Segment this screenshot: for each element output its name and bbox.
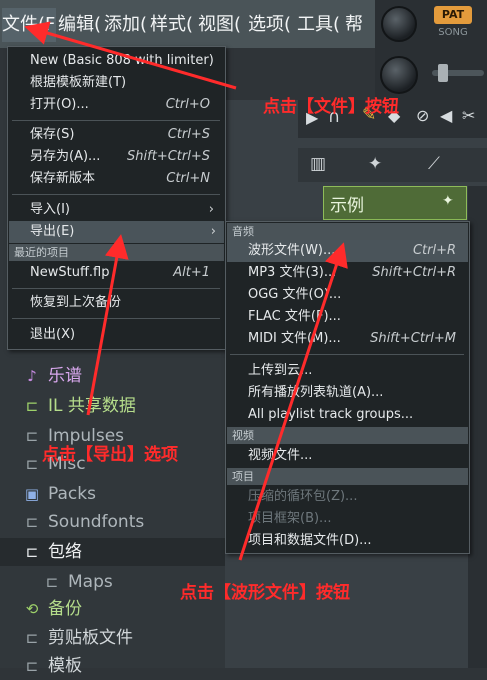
pat-mode-button[interactable]: PAT (434, 6, 472, 24)
annotation-file: 点击【文件】按钮 (263, 97, 399, 117)
menu-export-ogg[interactable]: OGG 文件(O)... (248, 284, 468, 306)
menu-upload-cloud[interactable]: 上传到云... (248, 360, 468, 382)
recent-projects-header: 最近的项目 (9, 244, 224, 261)
menu-export-flac[interactable]: FLAC 文件(F)... (248, 306, 468, 328)
annotation-wave: 点击【波形文件】按钮 (180, 583, 350, 603)
menu-export-project-frame[interactable]: 项目框架(B)... (248, 508, 468, 530)
pattern-clip[interactable]: 示例 ✦ (323, 186, 467, 220)
folder-icon: ⊏ (25, 629, 39, 647)
chevron-right-icon: › (208, 202, 214, 217)
menu-add[interactable]: 添加( (104, 8, 147, 42)
menu-options[interactable]: 选项( (248, 8, 291, 42)
browser-item-soundfonts[interactable]: ⊏ Soundfonts (0, 508, 225, 536)
folder-icon: ⊏ (25, 455, 39, 473)
browser-item-packs[interactable]: ▣ Packs (0, 480, 225, 508)
menu-new-from-template[interactable]: 根据模板新建(T) (30, 72, 222, 94)
audio-header: 音频 (227, 223, 468, 240)
menu-edit[interactable]: 编辑( (58, 8, 101, 42)
annotation-export: 点击【导出】选项 (42, 445, 178, 465)
slider-handle[interactable] (438, 64, 448, 82)
scrollbar[interactable] (468, 186, 487, 668)
menu-export[interactable]: 导出(E) › (9, 221, 224, 243)
export-submenu: 音频 波形文件(W)... Ctrl+R MP3 文件(3)... Shift+Ct… (225, 221, 470, 554)
menu-export-all-tracks[interactable]: 所有播放列表轨道(A)... (248, 382, 468, 404)
master-volume-knob[interactable] (381, 6, 417, 42)
view-switch-bar: ▥ ✦ ⟋ (298, 148, 487, 182)
waveform-icon: ✦ (442, 193, 454, 209)
menu-separator (12, 194, 220, 195)
piano-icon[interactable]: ▥ (310, 154, 326, 174)
menu-file[interactable]: 文件(F (2, 8, 56, 42)
menu-recent-newstuff[interactable]: NewStuff.flp Alt+1 (30, 262, 222, 284)
menu-export-wave[interactable]: 波形文件(W)... Ctrl+R (227, 240, 468, 262)
video-header: 视频 (227, 427, 468, 444)
menu-help[interactable]: 帮 (345, 8, 363, 42)
menu-export-video[interactable]: 视频文件... (248, 445, 468, 467)
folder-open-icon: ⊏ (25, 543, 39, 561)
mute-icon[interactable]: ⊘ (416, 106, 429, 125)
backup-folder-icon: ⟲ (25, 600, 39, 618)
menu-bar: 文件(F 编辑( 添加( 样式( 视图( 选项( 工具( 帮 (0, 0, 375, 48)
menu-patterns[interactable]: 样式( (150, 8, 193, 42)
chevron-right-icon: › (210, 224, 216, 239)
project-header: 项目 (227, 468, 468, 485)
automation-icon[interactable]: ⟋ (428, 154, 440, 174)
song-mode-button[interactable]: SONG (434, 27, 472, 43)
menu-save-new-version[interactable]: 保存新版本 Ctrl+N (30, 168, 222, 190)
menu-separator (12, 288, 220, 289)
music-note-icon: ♪ (27, 367, 37, 385)
menu-new[interactable]: New (Basic 808 with limiter) (30, 50, 222, 72)
file-menu-dropdown: New (Basic 808 with limiter) 根据模板新建(T) 打… (7, 46, 226, 350)
menu-save[interactable]: 保存(S) Ctrl+S (30, 124, 222, 146)
folder-icon: ⊏ (25, 427, 39, 445)
browser-item-envelopes[interactable]: ⊏ 包络 (0, 538, 225, 566)
menu-open[interactable]: 打开(O)... Ctrl+O (30, 94, 222, 116)
menu-view[interactable]: 视图( (198, 8, 241, 42)
menu-import[interactable]: 导入(I) › (30, 199, 222, 221)
menu-save-as[interactable]: 另存为(A)... Shift+Ctrl+S (30, 146, 222, 168)
menu-export-midi[interactable]: MIDI 文件(M)... Shift+Ctrl+M (248, 328, 468, 350)
slice-icon[interactable]: ✂ (462, 106, 475, 125)
browser-item-clipboard[interactable]: ⊏ 剪贴板文件 (0, 624, 225, 652)
menu-separator (12, 318, 220, 319)
folder-icon: ⊏ (25, 513, 39, 531)
master-pitch-knob[interactable] (380, 56, 418, 94)
menu-separator (12, 120, 220, 121)
box-icon: ▣ (24, 485, 40, 503)
browser-item-scores[interactable]: ♪ 乐谱 (0, 362, 225, 390)
speaker-icon[interactable]: ◀ (440, 106, 452, 125)
menu-export-track-groups[interactable]: All playlist track groups... (248, 404, 468, 426)
menu-tools[interactable]: 工具( (297, 8, 340, 42)
menu-exit[interactable]: 退出(X) (30, 324, 222, 346)
subfolder-icon: ⊏ (45, 573, 59, 591)
browser-item-templates[interactable]: ⊏ 模板 (0, 652, 225, 680)
menu-export-loop-package[interactable]: 压缩的循环包(Z)... (248, 486, 468, 508)
menu-separator (230, 354, 464, 355)
pattern-name: 示例 (330, 196, 364, 216)
menu-export-project-data[interactable]: 项目和数据文件(D)... (248, 530, 468, 552)
menu-revert-backup[interactable]: 恢复到上次备份 (30, 292, 222, 314)
menu-export-mp3[interactable]: MP3 文件(3)... Shift+Ctrl+R (248, 262, 468, 284)
waveform-icon[interactable]: ✦ (368, 154, 382, 174)
folder-icon: ⊏ (25, 657, 39, 675)
browser-item-il-shared[interactable]: ⊏ IL 共享数据 (0, 392, 225, 420)
folder-icon: ⊏ (25, 397, 39, 415)
